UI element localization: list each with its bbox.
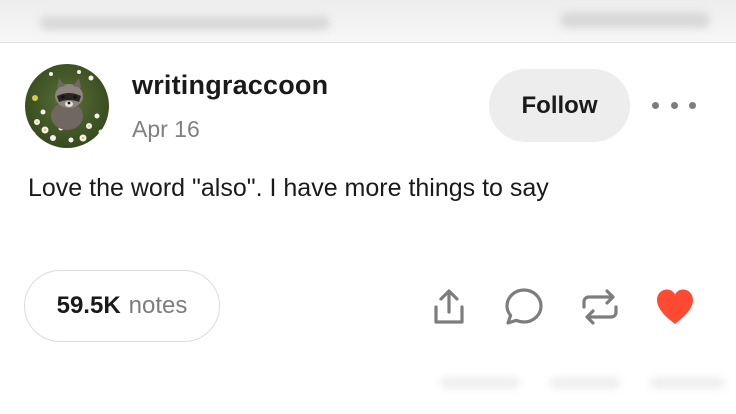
top-blurred-header — [0, 0, 736, 43]
ellipsis-icon — [689, 101, 696, 109]
notes-label: notes — [128, 292, 188, 319]
reblog-button[interactable] — [578, 285, 622, 329]
ellipsis-icon — [670, 101, 678, 109]
reply-button[interactable] — [502, 285, 546, 329]
username[interactable]: writingraccoon — [132, 70, 328, 101]
blurred-element — [650, 378, 725, 388]
share-button[interactable] — [427, 285, 471, 329]
post-body-text: Love the word "also". I have more things… — [28, 174, 549, 202]
reply-icon — [505, 288, 543, 325]
reblog-icon — [582, 289, 618, 325]
blurred-element — [560, 12, 710, 28]
heart-icon — [657, 289, 693, 324]
follow-button[interactable]: Follow — [489, 69, 630, 142]
like-button[interactable] — [653, 285, 697, 329]
avatar[interactable] — [25, 64, 109, 148]
raccoon-avatar-image — [30, 70, 104, 143]
notes-button[interactable]: 59.5K notes — [24, 270, 220, 342]
blurred-element — [550, 378, 620, 388]
blurred-element — [40, 16, 330, 30]
blurred-element — [440, 378, 520, 388]
more-options-button[interactable] — [652, 92, 696, 118]
post-date[interactable]: Apr 16 — [132, 116, 200, 143]
ellipsis-icon — [652, 101, 659, 109]
notes-count: 59.5K — [56, 292, 121, 319]
share-icon — [434, 289, 464, 324]
